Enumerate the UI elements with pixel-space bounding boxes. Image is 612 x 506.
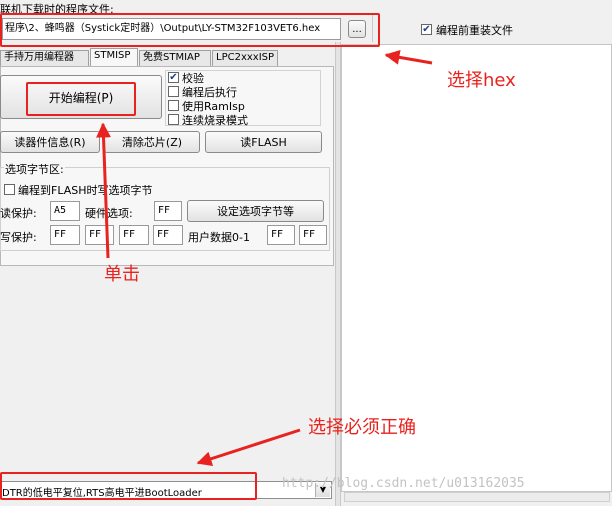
write-protect-input-0[interactable]: FF xyxy=(50,225,80,245)
continuous-burn-checkbox[interactable] xyxy=(168,114,179,125)
read-device-info-button[interactable]: 读器件信息(R) xyxy=(0,131,100,153)
write-protect-input-2[interactable]: FF xyxy=(119,225,149,245)
reload-before-program-label: 编程前重装文件 xyxy=(436,24,513,37)
watermark-text: http://blog.csdn.net/u013162035 xyxy=(282,476,525,491)
output-scrollbar[interactable] xyxy=(344,492,610,502)
highlight-start-button xyxy=(26,82,136,116)
run-after-program-checkbox[interactable] xyxy=(168,86,179,97)
read-flash-button[interactable]: 读FLASH xyxy=(205,131,322,153)
erase-chip-button[interactable]: 清除芯片(Z) xyxy=(104,131,200,153)
annotation-click: 单击 xyxy=(104,264,140,285)
highlight-file-path xyxy=(0,13,380,47)
verify-checkbox[interactable]: ✔ xyxy=(168,72,179,83)
tab-stmisp[interactable]: STMISP xyxy=(90,48,138,66)
write-option-bytes-label: 编程到FLASH时写选项字节 xyxy=(18,184,153,197)
reload-before-program-checkbox[interactable]: ✔ xyxy=(421,24,432,35)
set-option-bytes-button[interactable]: 设定选项字节等 xyxy=(187,200,324,222)
arrow-to-bootloader-select xyxy=(196,428,301,466)
user-data-label: 用户数据0-1 xyxy=(188,231,250,244)
write-option-bytes-checkbox[interactable] xyxy=(4,184,15,195)
use-ramisp-checkbox[interactable] xyxy=(168,100,179,111)
write-protect-label: 写保护: xyxy=(0,231,37,244)
tab-lpc2xxx-isp[interactable]: LPC2xxxISP xyxy=(212,50,278,66)
tab-free-stmiap[interactable]: 免费STMIAP xyxy=(139,50,211,66)
annotation-must-be-correct: 选择必须正确 xyxy=(308,417,416,438)
user-data-input-0[interactable]: FF xyxy=(267,225,295,245)
tab-handheld-programmer[interactable]: 手持万用编程器 xyxy=(0,50,89,66)
highlight-bootloader-select xyxy=(0,472,257,500)
continuous-burn-label: 连续烧录模式 xyxy=(182,114,248,127)
hardware-option-label: 硬件选项: xyxy=(85,207,133,220)
write-protect-input-3[interactable]: FF xyxy=(153,225,183,245)
annotation-select-hex: 选择hex xyxy=(447,70,516,91)
user-data-input-1[interactable]: FF xyxy=(299,225,327,245)
read-protect-label: 读保护: xyxy=(0,207,37,220)
hardware-option-input[interactable]: FF xyxy=(154,201,182,221)
write-protect-input-1[interactable]: FF xyxy=(85,225,114,245)
option-bytes-title: 选项字节区: xyxy=(4,161,65,177)
read-protect-input[interactable]: A5 xyxy=(50,201,80,221)
